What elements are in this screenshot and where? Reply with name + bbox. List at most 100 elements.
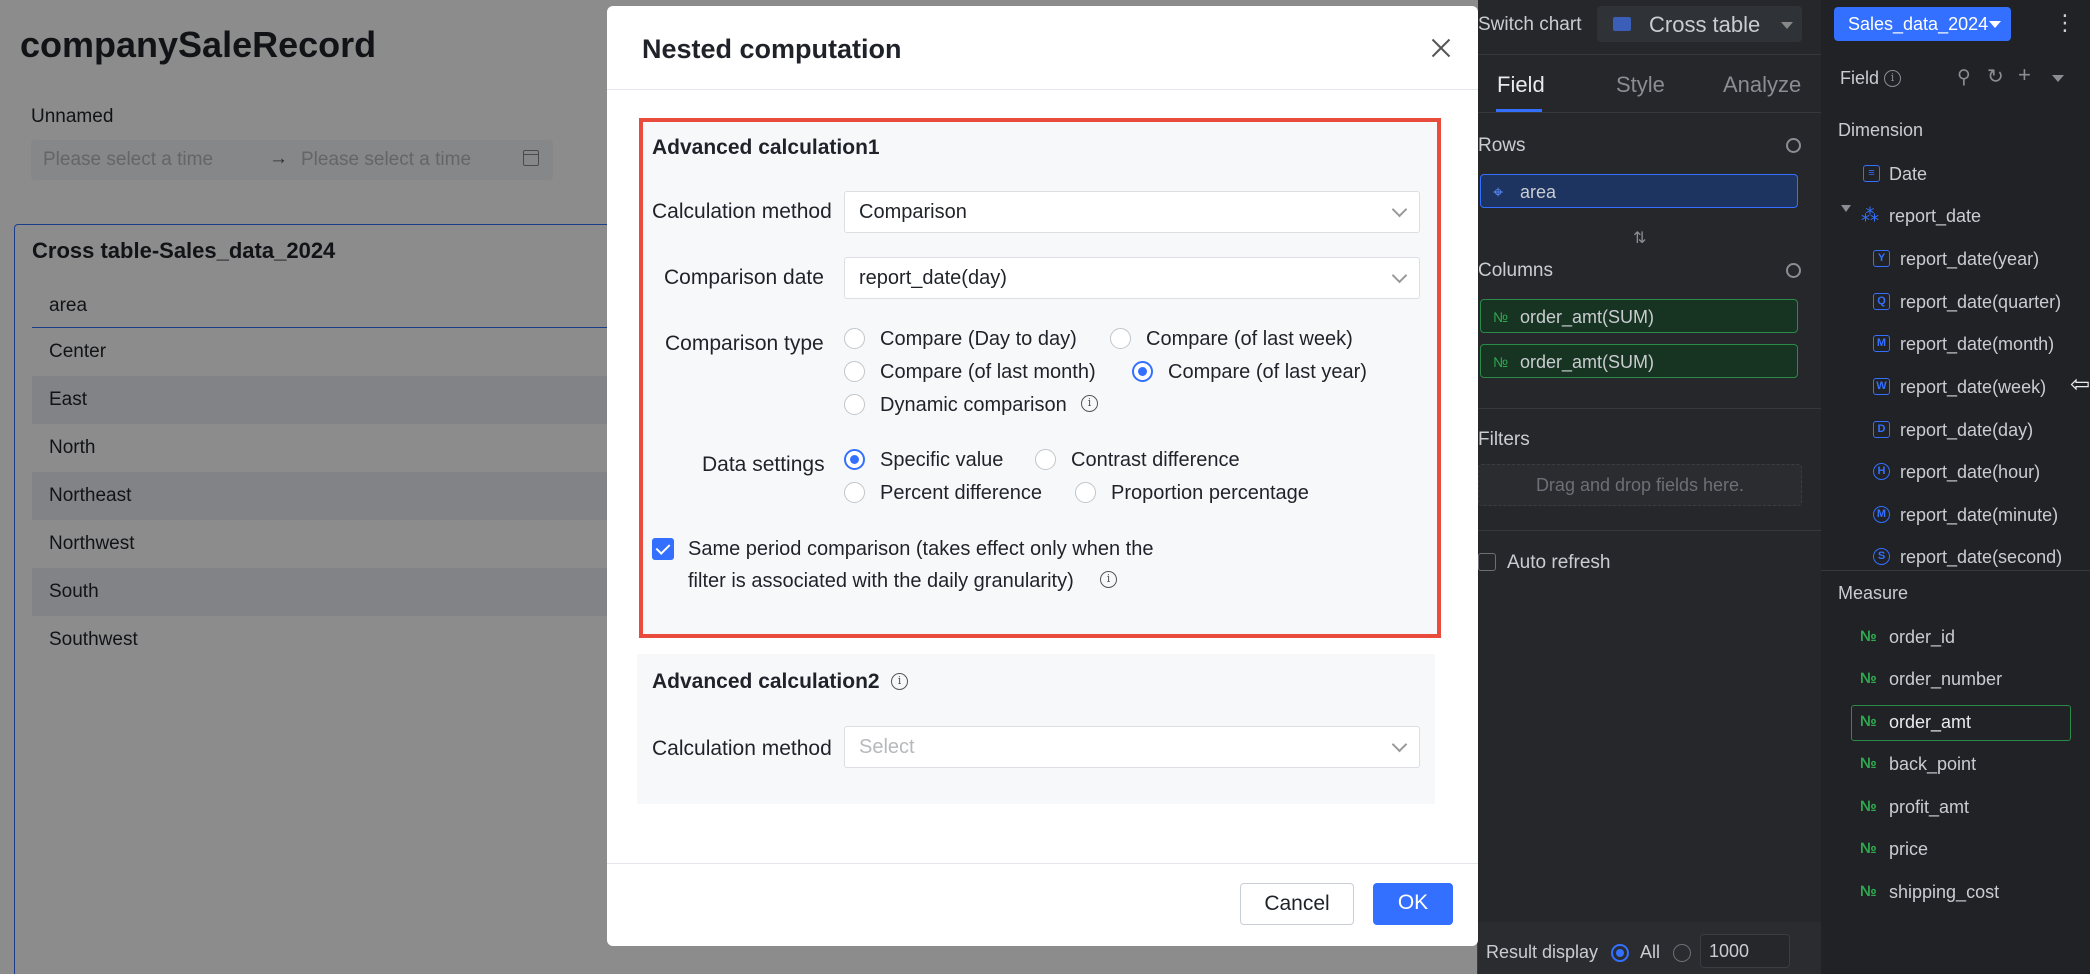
tab-analyze[interactable]: Analyze (1723, 72, 1801, 98)
calculation-method-select-2[interactable]: Select (844, 726, 1420, 768)
chevron-down-icon[interactable] (2052, 75, 2064, 82)
day-icon: D (1873, 421, 1890, 438)
measure-item-selected[interactable]: № order_amt (1860, 712, 2060, 742)
cross-table-icon (1613, 17, 1631, 31)
dataset-select-button[interactable]: Sales_data_2024 (1834, 7, 2011, 41)
dimension-item[interactable]: Q report_date(quarter) (1873, 292, 2083, 322)
second-icon: S (1873, 548, 1890, 565)
dimension-label-text: report_date(year) (1900, 249, 2040, 269)
cancel-button[interactable]: Cancel (1240, 883, 1354, 925)
row-field-label: area (1520, 182, 1557, 202)
column-field-pill[interactable]: № order_amt(SUM) (1480, 299, 1798, 333)
chevron-down-icon (1391, 201, 1408, 218)
measure-item[interactable]: № order_id (1860, 627, 2070, 657)
filters-drop-zone[interactable]: Drag and drop fields here. (1478, 464, 1802, 506)
same-period-text-line1: Same period comparison (takes effect onl… (688, 538, 1154, 560)
column-field-pill[interactable]: № order_amt(SUM) (1480, 344, 1798, 378)
drop-zone-text: Drag and drop fields here. (1535, 475, 1745, 495)
info-icon[interactable]: i (1884, 70, 1901, 87)
tab-style[interactable]: Style (1616, 72, 1665, 98)
result-limit-input[interactable]: 1000 (1700, 934, 1790, 968)
option-compare-last-month: Compare (of last month) (880, 361, 1096, 383)
option-compare-last-year: Compare (of last year) (1168, 361, 1367, 383)
info-icon[interactable]: i (891, 673, 908, 690)
measure-item[interactable]: № back_point (1860, 754, 2070, 784)
search-icon[interactable]: ⚲ (1957, 66, 1971, 89)
advanced-calculation-2-title: Advanced calculation2 (652, 670, 880, 693)
measure-icon: № (1860, 840, 1877, 857)
radio-compare-day-to-day[interactable] (844, 328, 865, 349)
more-icon[interactable]: ⋮ (2054, 10, 2076, 36)
column-field-label: order_amt(SUM) (1520, 352, 1655, 372)
radio-dynamic-comparison[interactable] (844, 394, 865, 415)
radio-compare-last-year[interactable] (1132, 361, 1153, 382)
dimension-item[interactable]: D report_date(day) (1873, 420, 2083, 450)
dimension-label-text: report_date(minute) (1900, 505, 2059, 525)
radio-percent-difference[interactable] (844, 482, 865, 503)
radio-compare-last-week[interactable] (1110, 328, 1131, 349)
ok-button[interactable]: OK (1373, 883, 1453, 925)
advanced-calculation-1-title: Advanced calculation1 (652, 136, 880, 159)
chevron-down-icon (1391, 267, 1408, 284)
calculation-method-label-2: Calculation method (652, 737, 832, 760)
option-compare-last-week: Compare (of last week) (1146, 328, 1353, 350)
dimension-label-text: report_date(week) (1900, 377, 2047, 397)
info-icon[interactable]: i (1100, 571, 1117, 588)
measure-item[interactable]: № order_number (1860, 669, 2070, 699)
radio-proportion-percentage[interactable] (1075, 482, 1096, 503)
select-value: Comparison (859, 201, 967, 223)
radio-contrast-difference[interactable] (1035, 449, 1056, 470)
measure-item[interactable]: № profit_amt (1860, 797, 2070, 827)
option-specific-value: Specific value (880, 449, 1004, 471)
refresh-icon[interactable]: ↻ (1987, 64, 2004, 89)
measure-label-text: back_point (1889, 754, 1977, 774)
dimension-item[interactable]: ≡ Date (1860, 164, 2080, 194)
dimension-label-text: report_date(second) (1900, 547, 2063, 567)
radio-compare-last-month[interactable] (844, 361, 865, 382)
dimension-item[interactable]: H report_date(hour) (1873, 462, 2083, 492)
month-icon: M (1873, 335, 1890, 352)
quarter-icon: Q (1873, 293, 1890, 310)
comparison-date-select[interactable]: report_date(day) (844, 257, 1420, 299)
result-display-bar: Result display All 1000 (1478, 922, 1821, 974)
chart-type-value: Cross table (1649, 12, 1761, 37)
switch-chart-label: Switch chart (1478, 14, 1582, 35)
result-display-label: Result display (1486, 942, 1599, 962)
resize-cursor-icon: ⇦ (2070, 371, 2090, 398)
dimension-item[interactable]: M report_date(minute) (1873, 505, 2083, 535)
info-icon[interactable]: i (1081, 395, 1098, 412)
result-all-label: All (1640, 942, 1661, 962)
option-percent-difference: Percent difference (880, 482, 1042, 504)
option-compare-day-to-day: Compare (Day to day) (880, 328, 1077, 350)
rows-field-pill[interactable]: ⌖ area (1480, 174, 1798, 208)
same-period-text-line2: filter is associated with the daily gran… (688, 570, 1074, 592)
calculation-method-select[interactable]: Comparison (844, 191, 1420, 233)
result-limit-radio[interactable] (1673, 944, 1691, 962)
gear-icon[interactable] (1786, 263, 1801, 278)
gear-icon[interactable] (1786, 138, 1801, 153)
measure-label-text: order_amt (1889, 712, 1972, 732)
measure-icon: № (1860, 798, 1877, 815)
radio-specific-value[interactable] (844, 449, 865, 470)
close-icon[interactable] (1429, 36, 1453, 60)
tab-field[interactable]: Field (1497, 72, 1545, 98)
measure-item[interactable]: № price (1860, 839, 2070, 869)
expand-caret-icon[interactable] (1841, 205, 1851, 212)
measure-label-text: price (1889, 839, 1929, 859)
auto-refresh-label: Auto refresh (1507, 552, 1611, 573)
measure-item[interactable]: № shipping_cost (1860, 882, 2070, 912)
option-dynamic-comparison: Dynamic comparison (880, 394, 1067, 416)
dimension-item[interactable]: Y report_date(year) (1873, 249, 2083, 279)
measure-icon: № (1860, 883, 1877, 900)
result-all-radio[interactable] (1611, 944, 1629, 962)
dimension-item[interactable]: W report_date(week) (1873, 377, 2083, 407)
dimension-item[interactable]: M report_date(month) (1873, 334, 2083, 364)
measure-label-text: order_id (1889, 627, 1956, 647)
comparison-date-label: Comparison date (664, 266, 824, 289)
same-period-checkbox[interactable] (652, 538, 674, 560)
auto-refresh-checkbox[interactable] (1478, 553, 1496, 571)
swap-icon[interactable]: ⇅ (1633, 228, 1646, 248)
add-icon[interactable]: + (2018, 62, 2031, 88)
chart-type-select[interactable]: Cross table (1597, 6, 1802, 42)
dimension-group[interactable]: ⁂ report_date (1860, 205, 2080, 236)
